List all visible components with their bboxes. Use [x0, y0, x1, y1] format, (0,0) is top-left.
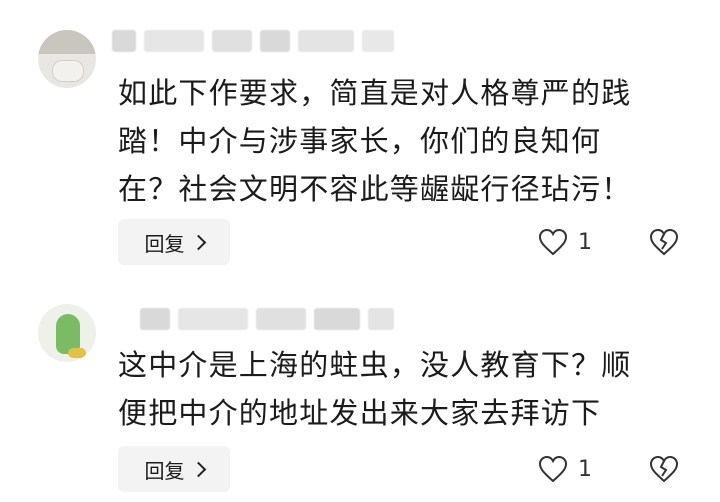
like-button[interactable]: 1 — [538, 224, 592, 260]
broken-heart-icon[interactable] — [648, 227, 680, 257]
comment-text: 如此下作要求，简直是对人格尊严的践 踏！中介与涉事家长，你们的良知何 在？社会文… — [118, 69, 708, 213]
comment-text: 这中介是上海的蛀虫，没人教育下？顺 便把中介的地址发出来大家去拜访下 — [118, 341, 708, 437]
reply-label: 回复 — [144, 458, 185, 483]
reply-label: 回复 — [144, 231, 185, 256]
comment-line: 如此下作要求，简直是对人格尊严的践 — [118, 76, 632, 110]
broken-heart-icon[interactable] — [648, 454, 680, 484]
like-count: 1 — [578, 229, 592, 255]
username-redacted[interactable] — [140, 306, 394, 332]
comment-line: 便把中介的地址发出来大家去拜访下 — [118, 396, 602, 430]
chevron-right-icon — [190, 234, 206, 250]
avatar[interactable] — [38, 304, 96, 362]
username-redacted[interactable] — [112, 28, 394, 54]
reply-button[interactable]: 回复 — [118, 219, 230, 265]
chevron-right-icon — [190, 461, 206, 477]
avatar[interactable] — [38, 30, 96, 88]
comment-line: 这中介是上海的蛀虫，没人教育下？顺 — [118, 348, 632, 382]
reply-button[interactable]: 回复 — [118, 446, 230, 492]
like-button[interactable]: 1 — [538, 451, 592, 487]
like-count: 1 — [578, 456, 592, 482]
comment-line: 在？社会文明不容此等龌龊行径玷污！ — [118, 172, 632, 206]
comment-line: 踏！中介与涉事家长，你们的良知何 — [118, 124, 602, 158]
heart-outline-icon — [538, 228, 568, 256]
heart-outline-icon — [538, 455, 568, 483]
